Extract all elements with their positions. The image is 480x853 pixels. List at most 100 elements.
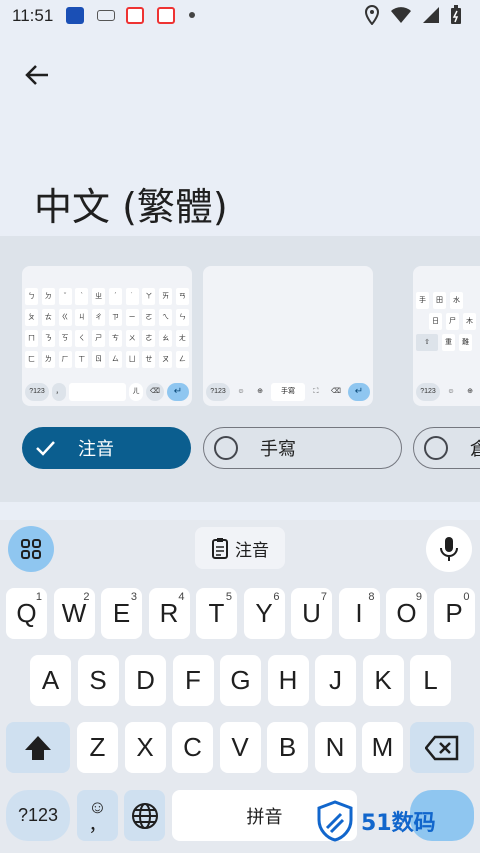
preview-key: 水 <box>450 292 463 309</box>
preview-key: 尸 <box>446 313 459 330</box>
preview-key: ㄎ <box>58 330 72 347</box>
preview-key: ㄨ <box>125 330 139 347</box>
key-j[interactable]: J <box>315 655 356 706</box>
preview-key: ?123 <box>416 383 440 401</box>
preview-key: 田 <box>433 292 446 309</box>
key-k[interactable]: K <box>362 655 404 706</box>
preview-key: ㄅ <box>25 288 38 305</box>
clipboard-icon <box>212 538 228 559</box>
key-h[interactable]: H <box>267 655 309 706</box>
layout-selector: ㄅㄉ ˇ ˋ ㄓ ˊ ˙ ㄚㄞㄢㄆㄊㄍㄐㄔㄗㄧㄛㄟㄣㄇㄋㄎㄑㄕㄘㄨㄜㄠㄤㄈㄌㄏㄒㄖㄙㄩㄝㄡㄥ… <box>0 236 480 502</box>
preview-row: ㄈㄌㄏㄒㄖㄙㄩㄝㄡㄥ <box>22 351 192 368</box>
language-switch-key[interactable] <box>124 790 165 841</box>
key-v[interactable]: V <box>219 722 261 773</box>
key-a[interactable]: A <box>30 655 71 706</box>
chip-label: 注音 <box>78 439 114 459</box>
preview-key: 日 <box>429 313 442 330</box>
key-x[interactable]: X <box>124 722 166 773</box>
check-icon <box>36 441 55 456</box>
status-time: 11:51 <box>12 6 54 25</box>
key-b[interactable]: B <box>267 722 308 773</box>
language-button[interactable]: 注音 <box>195 527 285 569</box>
key-q[interactable]: Q1 <box>6 588 47 639</box>
preview-key: ㄥ <box>175 351 189 368</box>
status-bar: 11:51 <box>0 0 480 34</box>
key-e[interactable]: E3 <box>101 588 142 639</box>
key-w[interactable]: W2 <box>53 588 95 639</box>
chip-handwriting[interactable]: 手寫 <box>203 427 402 469</box>
preview-key: ㄛ <box>142 309 156 326</box>
layout-card-zhuyin[interactable]: ㄅㄉ ˇ ˋ ㄓ ˊ ˙ ㄚㄞㄢㄆㄊㄍㄐㄔㄗㄧㄛㄟㄣㄇㄋㄎㄑㄕㄘㄨㄜㄠㄤㄈㄌㄏㄒㄖㄙㄩㄝㄡㄥ… <box>22 266 192 406</box>
language-label: 注音 <box>235 540 269 560</box>
preview-key: ㄕ <box>92 330 106 347</box>
backspace-key[interactable] <box>410 722 474 773</box>
layout-card-handwriting[interactable]: ?123 ☺ ⊕ 手寫 ⛶ ⌫ ↵ <box>203 266 373 406</box>
preview-key: ㄒ <box>75 351 89 368</box>
grid-icon <box>21 539 41 559</box>
key-i[interactable]: I8 <box>338 588 380 639</box>
key-r[interactable]: R4 <box>148 588 190 639</box>
preview-key: ㄌ <box>41 351 55 368</box>
key-s[interactable]: S <box>77 655 119 706</box>
shift-icon <box>25 735 51 760</box>
signal-icon <box>423 7 439 23</box>
key-label: Q <box>16 598 37 628</box>
key-p[interactable]: P0 <box>433 588 475 639</box>
preview-key: ㄢ <box>175 288 189 305</box>
preview-key: ⛶ <box>313 388 319 395</box>
key-d[interactable]: D <box>125 655 166 706</box>
preview-key: ↵ <box>348 383 370 401</box>
preview-key: ㄡ <box>159 351 173 368</box>
key-label: G <box>230 665 251 695</box>
shift-key[interactable] <box>6 722 70 773</box>
backspace-icon <box>425 735 459 760</box>
preview-key: 手 <box>416 292 429 309</box>
key-label: T <box>208 598 225 628</box>
key-y[interactable]: Y6 <box>243 588 285 639</box>
key-label: N <box>325 732 345 762</box>
dot-icon <box>189 12 195 18</box>
key-l[interactable]: L <box>410 655 451 706</box>
key-hint: 1 <box>35 591 42 603</box>
key-f[interactable]: F <box>172 655 214 706</box>
watermark: 51数码 <box>315 800 436 842</box>
key-c[interactable]: C <box>172 722 213 773</box>
key-hint: 6 <box>273 591 280 603</box>
preview-key: ㄦ <box>129 383 143 401</box>
preview-bottom-row: ?123 ☺ ⊕ <box>416 382 480 402</box>
preview-key: ， <box>52 383 66 401</box>
preview-key: ㄗ <box>108 309 122 326</box>
symbols-key[interactable]: ?123 <box>6 790 70 841</box>
key-z[interactable]: Z <box>77 722 118 773</box>
layout-card-cangjie[interactable]: 手田水日尸木 ⇧ 重難 ?123 ☺ ⊕ <box>413 266 480 406</box>
key-label: B <box>278 732 297 762</box>
location-app-icon <box>126 7 144 24</box>
chip-zhuyin[interactable]: 注音 <box>22 427 191 469</box>
key-g[interactable]: G <box>220 655 261 706</box>
mic-button[interactable] <box>426 526 472 572</box>
key-n[interactable]: N <box>314 722 356 773</box>
preview-row: ㄅㄉ ˇ ˋ ㄓ ˊ ˙ ㄚㄞㄢ <box>22 288 192 305</box>
key-t[interactable]: T5 <box>196 588 237 639</box>
key-o[interactable]: O9 <box>386 588 427 639</box>
location-icon <box>364 5 380 25</box>
emoji-comma-key[interactable]: ☺， <box>77 790 118 841</box>
preview-key: ㄘ <box>108 330 122 347</box>
preview-key: 難 <box>459 334 472 351</box>
preview-key: ㄑ <box>75 330 89 347</box>
key-hint: 2 <box>83 591 90 603</box>
key-hint: 8 <box>368 591 375 603</box>
chip-label: 倉 <box>470 439 480 459</box>
key-label: Y <box>255 598 273 628</box>
preview-bottom-row: ?123 ☺ ⊕ 手寫 ⛶ ⌫ ↵ <box>206 382 370 402</box>
back-arrow-icon[interactable] <box>22 60 52 90</box>
chip-cangjie[interactable]: 倉 <box>413 427 480 469</box>
key-m[interactable]: M <box>362 722 403 773</box>
key-u[interactable]: U7 <box>291 588 332 639</box>
emoji-comma-label: ☺， <box>88 796 107 835</box>
preview-key: ㄍ <box>58 309 72 326</box>
apps-button[interactable] <box>8 526 54 572</box>
key-label: J <box>329 665 342 695</box>
keyboard-icon <box>97 10 115 21</box>
battery-icon <box>451 5 461 24</box>
